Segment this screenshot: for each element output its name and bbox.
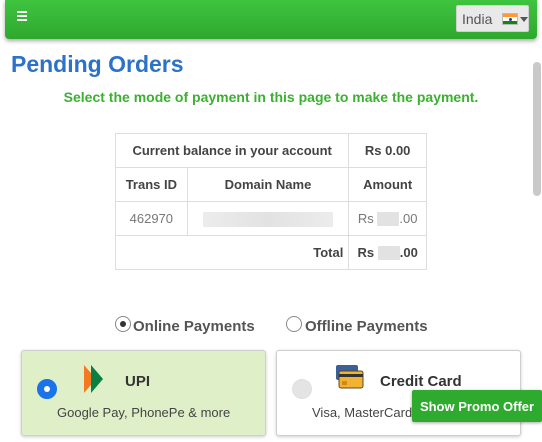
redacted-domain xyxy=(202,211,333,227)
upi-logo-icon xyxy=(84,365,103,393)
redacted-total xyxy=(377,246,400,261)
total-decimals: .00 xyxy=(399,244,418,260)
amount-currency: Rs xyxy=(357,210,374,226)
trans-id-cell: 462970 xyxy=(115,201,188,236)
redacted-amount xyxy=(377,212,400,227)
upi-title: UPI xyxy=(125,373,151,390)
upi-payment-card[interactable]: UPI Google Pay, PhonePe & more xyxy=(21,350,266,436)
amount-decimals: .00 xyxy=(399,210,418,226)
total-currency: Rs xyxy=(357,244,375,260)
upi-description: Google Pay, PhonePe & more xyxy=(57,405,231,420)
india-flag-icon xyxy=(502,13,518,25)
total-amount-cell: Rs .00 xyxy=(348,235,427,270)
online-payments-radio[interactable] xyxy=(115,316,131,332)
column-header-trans-id: Trans ID xyxy=(115,167,188,202)
balance-label: Current balance in your account xyxy=(114,133,350,168)
country-name: India xyxy=(462,11,493,27)
online-payments-label: Online Payments xyxy=(133,318,255,335)
credit-card-description: Visa, MasterCard xyxy=(312,405,413,420)
chevron-down-icon xyxy=(520,17,528,22)
scrollbar-thumb[interactable] xyxy=(533,62,541,196)
upi-radio[interactable] xyxy=(37,379,57,399)
total-label: Total xyxy=(114,235,350,270)
table-row: 462970 Rs .00 xyxy=(115,201,427,236)
top-navbar: India xyxy=(5,0,537,39)
balance-value: Rs 0.00 xyxy=(348,133,427,168)
credit-card-radio[interactable] xyxy=(292,379,312,399)
amount-cell: Rs .00 xyxy=(348,201,427,236)
offline-payments-label: Offline Payments xyxy=(305,318,428,335)
column-header-domain: Domain Name xyxy=(186,167,350,202)
hamburger-menu-icon[interactable] xyxy=(17,11,27,23)
orders-table: Current balance in your account Rs 0.00 … xyxy=(114,133,427,270)
payment-instruction: Select the mode of payment in this page … xyxy=(63,89,479,105)
credit-card-icon xyxy=(336,365,364,389)
country-selector[interactable]: India xyxy=(456,5,529,32)
column-header-amount: Amount xyxy=(348,167,427,202)
offline-payments-radio[interactable] xyxy=(286,316,302,332)
total-row: Total Rs .00 xyxy=(114,235,427,270)
page-title: Pending Orders xyxy=(11,51,184,77)
balance-row: Current balance in your account Rs 0.00 xyxy=(114,133,427,168)
show-promo-offer-button[interactable]: Show Promo Offer xyxy=(412,390,542,422)
credit-card-title: Credit Card xyxy=(380,373,462,390)
domain-name-cell xyxy=(186,201,350,236)
table-header-row: Trans ID Domain Name Amount xyxy=(115,167,427,202)
